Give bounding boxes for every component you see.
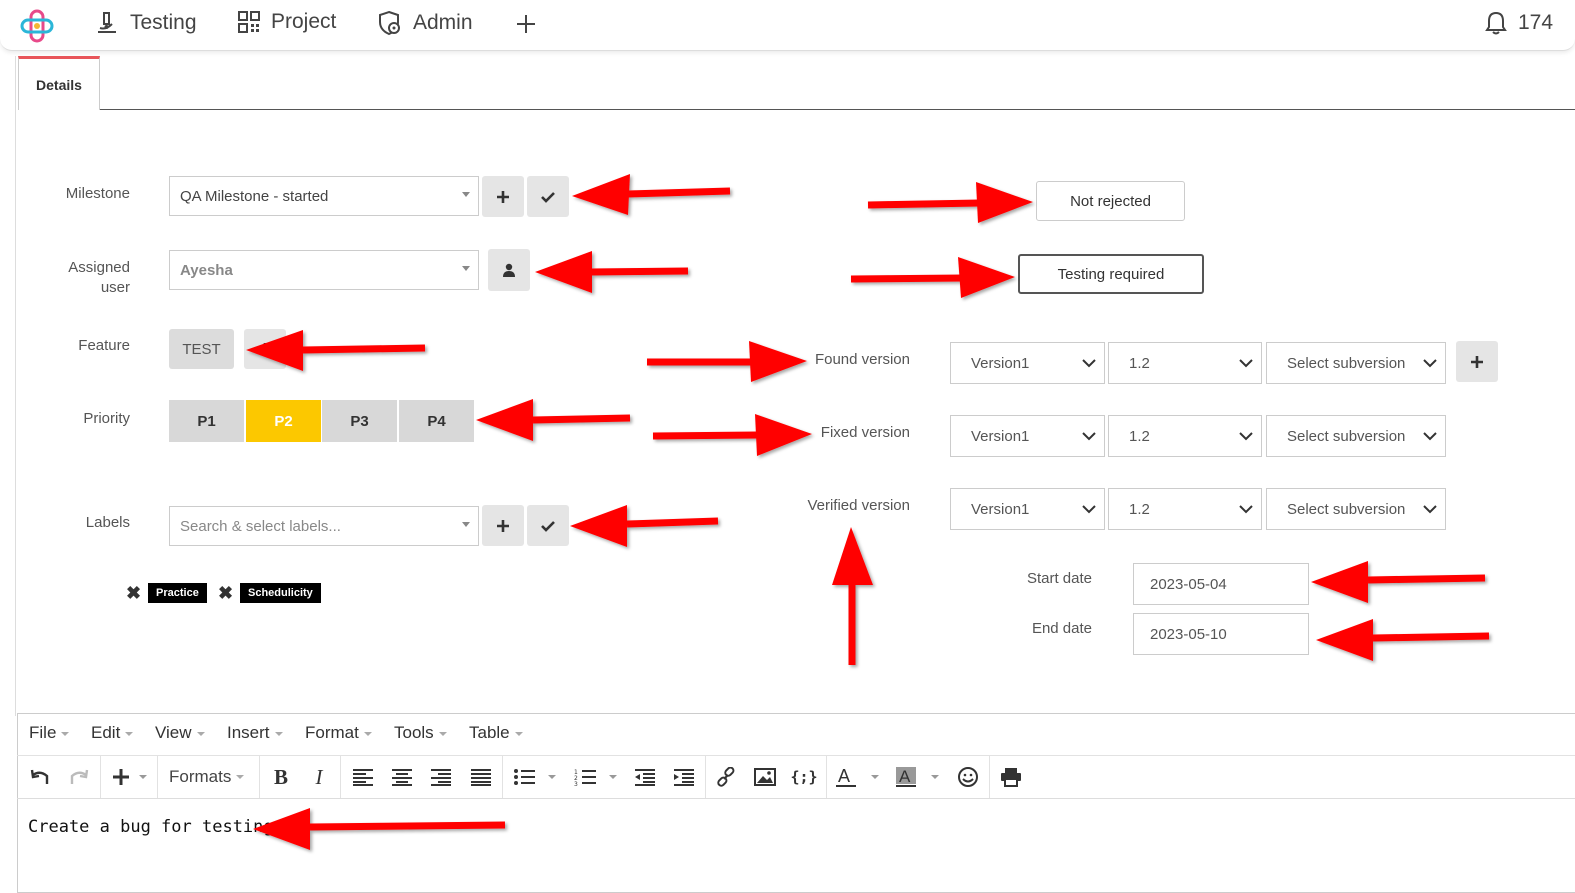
annotation-arrow-feature: [246, 330, 426, 371]
annotation-arrow-not-rejected: [867, 182, 1033, 223]
annotation-arrow-start-date: [1311, 561, 1486, 603]
annotation-arrow-found-version: [647, 341, 807, 382]
annotation-arrow-milestone: [572, 174, 731, 215]
annotation-arrow-assigned-user: [535, 251, 689, 293]
annotation-arrow-end-date: [1316, 619, 1490, 661]
annotation-arrow-verified-version: [832, 527, 873, 665]
annotation-arrow-testing-required: [850, 257, 1015, 298]
annotation-arrows: [246, 174, 1490, 850]
annotation-arrow-editor-content: [253, 808, 506, 850]
annotation-arrow-priority: [476, 399, 631, 441]
annotation-arrow-fixed-version: [652, 414, 812, 456]
annotation-arrow-labels: [570, 505, 719, 547]
